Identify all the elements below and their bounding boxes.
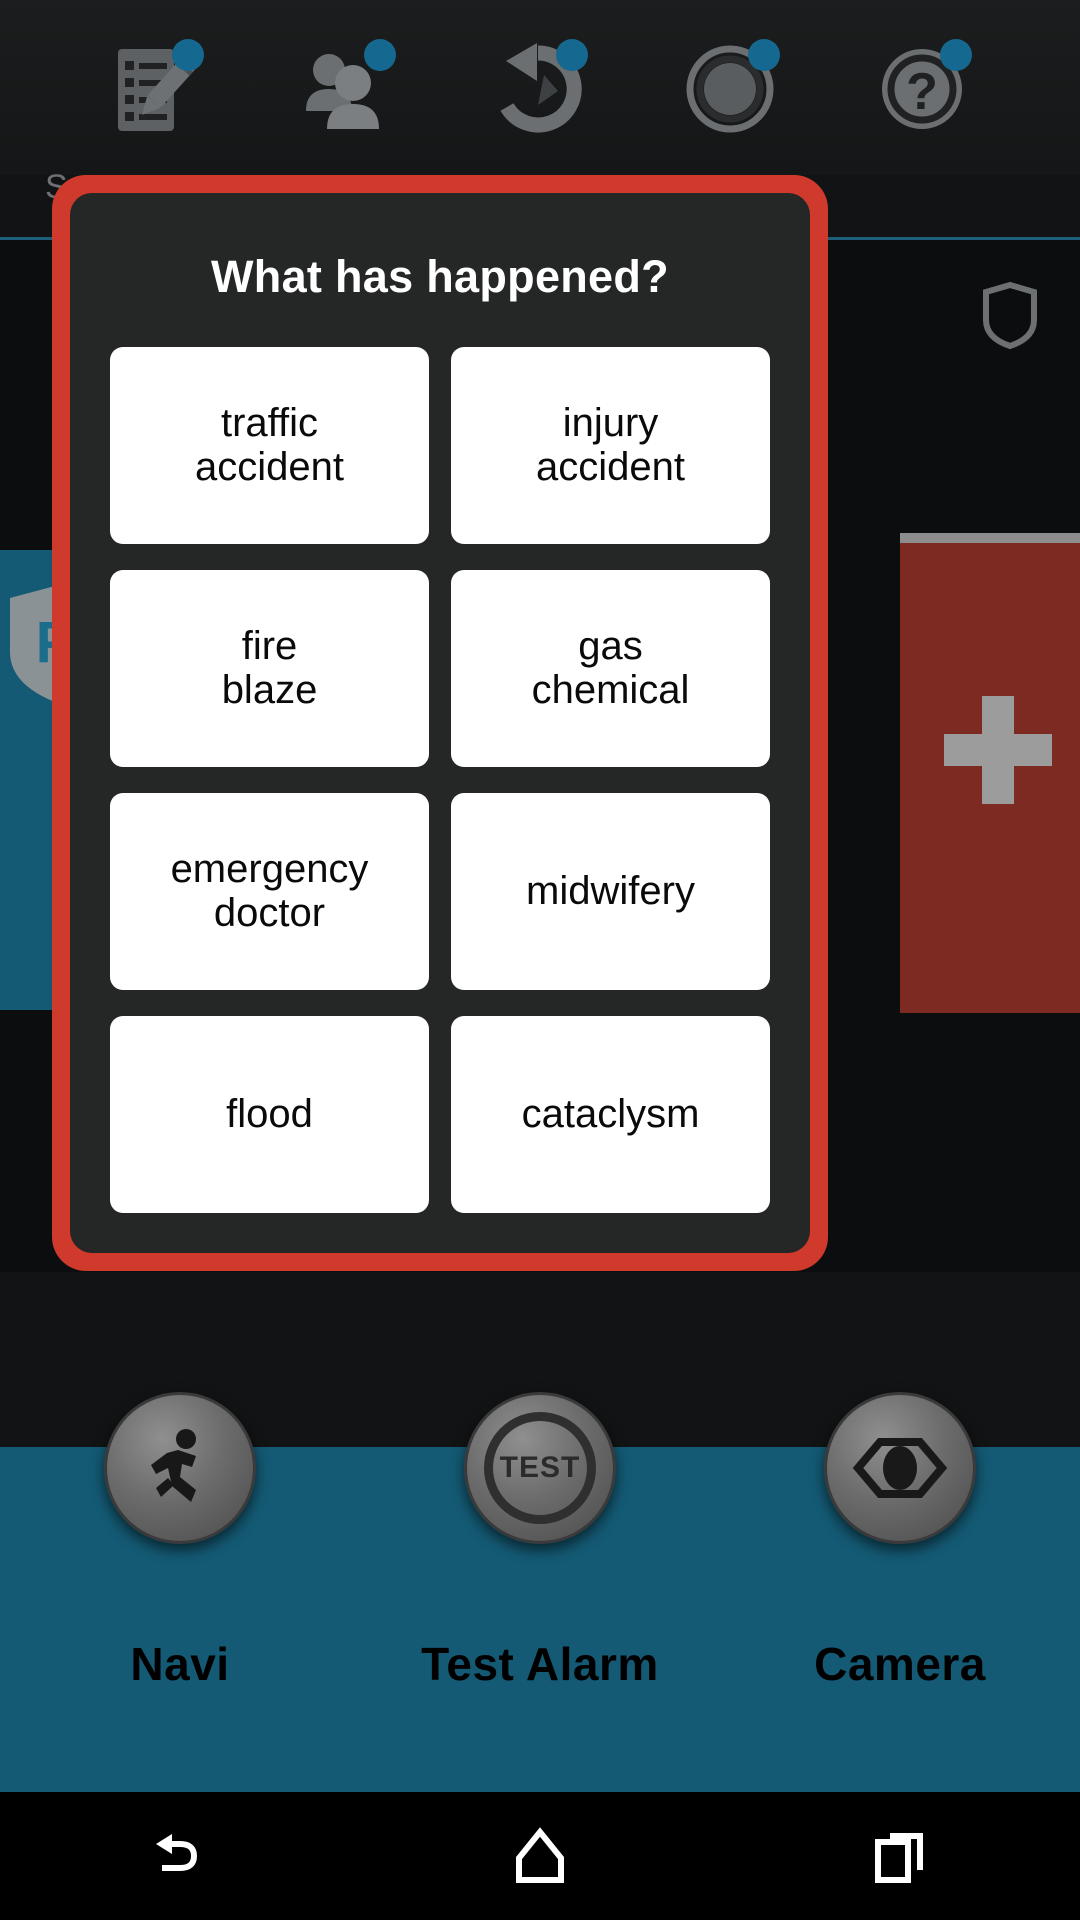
bottom-nav-item-test-alarm[interactable]: Test Alarm [360,1447,720,1792]
choice-button-emergency-doctor[interactable]: emergency doctor [110,793,429,990]
app-bottom-nav: Navi Test Alarm Camera [0,1447,1080,1792]
bottom-nav-label: Camera [814,1638,986,1690]
badge-dot [364,38,396,71]
contacts-group-icon[interactable] [288,33,408,143]
navi-icon-slot [105,1465,255,1615]
help-question-icon[interactable]: ? [864,33,984,143]
choice-button-cataclysm[interactable]: cataclysm [451,1016,770,1213]
badge-dot [556,38,588,71]
badge-dot [940,38,972,71]
choice-button-gas-chemical[interactable]: gas chemical [451,570,770,767]
choice-dialog: What has happened? traffic accident inju… [70,193,810,1253]
bottom-nav-label: Navi [130,1638,230,1690]
badge-dot [748,38,780,71]
choice-button-injury-accident[interactable]: injury accident [451,347,770,544]
bottom-nav-label: Test Alarm [421,1638,659,1690]
choice-button-traffic-accident[interactable]: traffic accident [110,347,429,544]
shield-outline-icon [980,280,1040,355]
choice-grid: traffic accident injury accident fire bl… [110,347,770,1213]
test-alarm-icon-slot [465,1465,615,1615]
bottom-nav-item-camera[interactable]: Camera [720,1447,1080,1792]
medical-cross-icon [938,690,1058,815]
app-toolbar: ? [0,0,1080,175]
recents-button[interactable] [825,1811,975,1901]
dialog-title: What has happened? [211,251,669,302]
checklist-edit-icon[interactable] [96,33,216,143]
badge-dot [172,38,204,71]
back-button[interactable] [105,1811,255,1901]
choice-dialog-border: What has happened? traffic accident inju… [52,175,828,1271]
background-lower-strip [0,1272,1080,1312]
phone-screen: P [0,0,1080,1920]
svg-text:?: ? [906,63,938,121]
bottom-nav-item-navi[interactable]: Navi [0,1447,360,1792]
siren-ring-icon[interactable] [672,33,792,143]
camera-icon-slot [825,1465,975,1615]
choice-button-midwifery[interactable]: midwifery [451,793,770,990]
home-button[interactable] [465,1811,615,1901]
history-rotate-icon[interactable] [480,33,600,143]
medical-tile-cap [900,533,1080,543]
android-system-nav [0,1792,1080,1920]
choice-button-fire-blaze[interactable]: fire blaze [110,570,429,767]
choice-button-flood[interactable]: flood [110,1016,429,1213]
